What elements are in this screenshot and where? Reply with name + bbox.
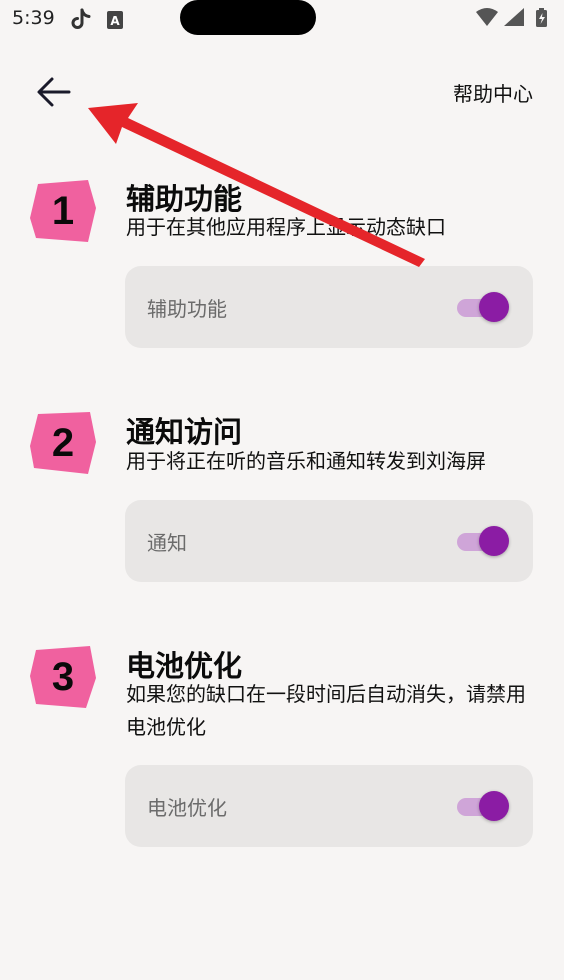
accessibility-switch[interactable] — [455, 292, 509, 322]
arrow-left-icon — [37, 77, 71, 107]
wifi-icon — [476, 8, 498, 26]
step-badge: 1 — [30, 180, 96, 242]
status-time: 5:39 — [12, 7, 55, 29]
step-description: 如果您的缺口在一段时间后自动消失，请禁用电池优化 — [126, 682, 526, 739]
step-description: 用于将正在听的音乐和通知转发到刘海屏 — [126, 449, 486, 473]
step-badge: 3 — [30, 646, 96, 708]
battery-icon — [536, 8, 547, 27]
step-badge: 2 — [30, 412, 96, 474]
notification-toggle-card[interactable]: 通知 — [125, 500, 533, 582]
toggle-label: 辅助功能 — [147, 296, 227, 321]
battery-optimization-toggle-card[interactable]: 电池优化 — [125, 765, 533, 847]
switch-thumb — [479, 526, 509, 556]
toggle-label: 通知 — [147, 530, 187, 555]
step-number: 1 — [51, 188, 75, 233]
status-bar: 5:39 A — [0, 0, 564, 40]
switch-thumb — [479, 791, 509, 821]
camera-cutout — [180, 0, 316, 35]
tiktok-icon — [70, 8, 92, 36]
help-center-link[interactable]: 帮助中心 — [453, 78, 533, 107]
notification-switch[interactable] — [455, 526, 509, 556]
step-description: 用于在其他应用程序上显示动态缺口 — [126, 215, 446, 239]
switch-thumb — [479, 292, 509, 322]
status-icons — [474, 7, 554, 29]
signal-icon — [504, 8, 524, 26]
back-button[interactable] — [34, 72, 74, 112]
a-box-icon: A — [106, 10, 124, 34]
step-number: 3 — [51, 654, 75, 699]
svg-text:A: A — [110, 14, 120, 28]
toggle-label: 电池优化 — [147, 795, 227, 820]
accessibility-toggle-card[interactable]: 辅助功能 — [125, 266, 533, 348]
battery-optimization-switch[interactable] — [455, 791, 509, 821]
step-number: 2 — [51, 420, 75, 465]
